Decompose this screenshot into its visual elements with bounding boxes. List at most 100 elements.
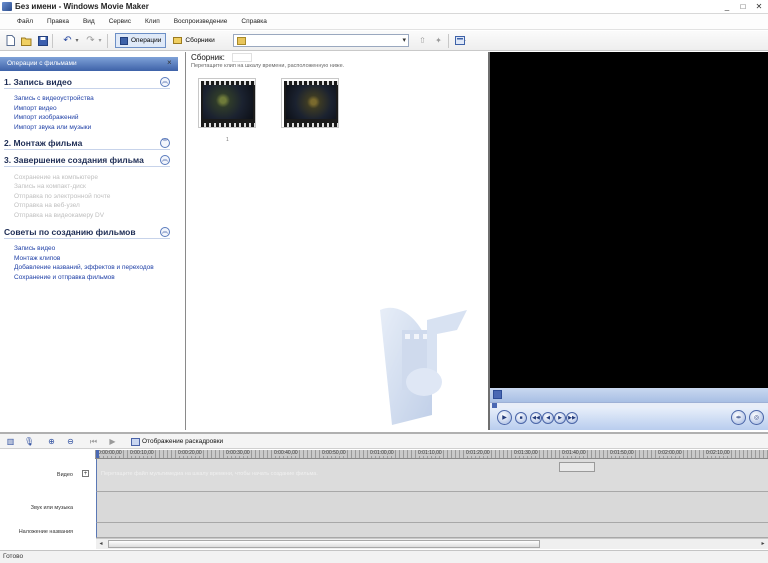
- storyboard-toggle-icon[interactable]: [131, 438, 140, 446]
- take-picture-icon[interactable]: ◎: [749, 410, 764, 425]
- audio-track[interactable]: [96, 492, 768, 523]
- timeline-scrollbar[interactable]: ◂ ▸: [96, 538, 768, 549]
- menu-play[interactable]: Воспроизведение: [167, 18, 235, 25]
- scroll-left-icon[interactable]: ◂: [96, 539, 106, 549]
- clip-thumbnail[interactable]: [281, 78, 339, 128]
- menu-help[interactable]: Справка: [234, 18, 274, 25]
- new-collection-icon[interactable]: ✦: [433, 35, 444, 46]
- task-link-disabled: Запись на компакт-диск: [14, 183, 86, 190]
- ruler-tick: 0:00:00,00: [97, 450, 123, 456]
- undo-dropdown-icon[interactable]: ▾: [74, 35, 80, 46]
- video-track[interactable]: Перетащите файл мультимедиа на шкалу вре…: [96, 459, 768, 492]
- new-project-icon[interactable]: [5, 35, 16, 46]
- stop-icon[interactable]: ■: [515, 412, 527, 424]
- open-project-icon[interactable]: [21, 35, 32, 46]
- task-link[interactable]: Импорт изображений: [14, 114, 78, 121]
- ruler-tick: 0:01:10,00: [417, 450, 443, 456]
- task-link[interactable]: Импорт звука или музыки: [14, 124, 91, 131]
- menu-view[interactable]: Вид: [76, 18, 102, 25]
- section-movie-tips[interactable]: Советы по созданию фильмов ︽: [4, 227, 170, 239]
- tasks-icon: [120, 36, 128, 45]
- scroll-right-icon[interactable]: ▸: [758, 539, 768, 549]
- menu-file[interactable]: Файл: [10, 18, 40, 25]
- section-finish-movie[interactable]: 3. Завершение создания фильма ︽: [4, 155, 170, 167]
- redo-dropdown-icon[interactable]: ▾: [97, 35, 103, 46]
- monitor-icon: [493, 390, 502, 399]
- task-link-disabled: Отправка на видеокамеру DV: [14, 212, 105, 219]
- collections-label: Сборники: [185, 37, 215, 44]
- ruler-tick: 0:02:10,00: [705, 450, 731, 456]
- undo-icon[interactable]: ↶: [62, 35, 73, 46]
- rewind-icon[interactable]: ◀◀: [530, 412, 542, 424]
- play-timeline-icon[interactable]: ▶: [108, 437, 117, 446]
- tasks-button[interactable]: Операции: [115, 33, 167, 48]
- track-label-audio: Звук или музыка: [30, 505, 73, 511]
- section-title: Советы по созданию фильмов: [4, 227, 136, 237]
- section-title: 1. Запись видео: [4, 77, 72, 87]
- chevron-up-icon[interactable]: ︽: [160, 77, 170, 87]
- storyboard-icon[interactable]: ▥: [6, 437, 15, 446]
- chevron-up-icon[interactable]: ︽: [160, 227, 170, 237]
- collection-select[interactable]: ▾: [233, 34, 409, 47]
- show-storyboard-button[interactable]: Отображение раскадровки: [142, 438, 223, 445]
- zoom-in-icon[interactable]: ⊕: [47, 437, 56, 446]
- expand-track-icon[interactable]: +: [82, 470, 89, 477]
- menu-tools[interactable]: Сервис: [102, 18, 138, 25]
- chevron-down-icon[interactable]: ▾: [402, 36, 406, 44]
- chevron-up-icon[interactable]: ︽: [160, 155, 170, 165]
- save-icon[interactable]: [37, 35, 48, 46]
- main-toolbar: ↶ ▾ ↷ ▾ Операции Сборники ▾ ⇧ ✦: [0, 31, 768, 51]
- collections-button[interactable]: Сборники: [169, 33, 218, 48]
- narrate-icon[interactable]: 🎙: [24, 437, 34, 446]
- ruler-tick: 0:02:00,00: [657, 450, 683, 456]
- next-frame-icon[interactable]: ▶: [554, 412, 566, 424]
- status-bar: Готово: [0, 550, 768, 563]
- minimize-icon[interactable]: _: [722, 2, 732, 11]
- clip-caption: 1: [226, 137, 229, 143]
- task-link-disabled: Отправка на веб-узел: [14, 202, 80, 209]
- split-clip-icon[interactable]: ⇹: [731, 410, 746, 425]
- preview-monitor: ▶ ■ ◀◀ ◀ ▶ ▶▶ ⇹ ◎: [488, 52, 768, 430]
- ruler-tick: 0:01:00,00: [369, 450, 395, 456]
- ruler-tick: 0:00:10,00: [129, 450, 155, 456]
- film-frame: [201, 81, 255, 127]
- collection-name-box: [232, 53, 252, 62]
- ruler-tick: 0:01:50,00: [609, 450, 635, 456]
- menu-edit[interactable]: Правка: [40, 18, 76, 25]
- close-icon[interactable]: ✕: [754, 2, 764, 11]
- tip-link[interactable]: Монтаж клипов: [14, 255, 60, 262]
- clip-thumbnail[interactable]: [198, 78, 256, 128]
- section-title: 2. Монтаж фильма: [4, 138, 83, 148]
- chevron-down-icon[interactable]: ︾: [160, 138, 170, 148]
- tip-link[interactable]: Добавление названий, эффектов и переходо…: [14, 264, 154, 271]
- zoom-out-icon[interactable]: ⊖: [66, 437, 75, 446]
- ruler-tick: 0:00:20,00: [177, 450, 203, 456]
- views-icon[interactable]: [455, 35, 466, 46]
- playhead[interactable]: [96, 450, 99, 458]
- time-ruler[interactable]: 0:00:00,00 0:00:10,00 0:00:20,00 0:00:30…: [95, 450, 768, 459]
- window-title: Без имени - Windows Movie Maker: [15, 2, 149, 11]
- previous-frame-icon[interactable]: ◀: [542, 412, 554, 424]
- title-overlay-track[interactable]: [96, 523, 768, 538]
- section-capture-video[interactable]: 1. Запись видео ︽: [4, 77, 170, 89]
- fast-forward-icon[interactable]: ▶▶: [566, 412, 578, 424]
- preview-status-bar: [490, 388, 768, 402]
- play-icon[interactable]: ▶: [497, 410, 512, 425]
- redo-icon[interactable]: ↷: [85, 35, 96, 46]
- up-folder-icon[interactable]: ⇧: [417, 35, 428, 46]
- movie-maker-icon: [2, 2, 12, 11]
- scrollbar-thumb[interactable]: [108, 540, 540, 548]
- track-labels: Видео + Звук или музыка Наложение назван…: [0, 450, 95, 550]
- tasks-label: Операции: [131, 37, 162, 44]
- menu-clip[interactable]: Клип: [138, 18, 167, 25]
- ruler-tick: 0:00:50,00: [321, 450, 347, 456]
- menu-bar: Файл Правка Вид Сервис Клип Воспроизведе…: [0, 14, 768, 30]
- tip-link[interactable]: Запись видео: [14, 245, 55, 252]
- maximize-icon[interactable]: □: [738, 2, 748, 11]
- section-edit-movie[interactable]: 2. Монтаж фильма ︾: [4, 138, 170, 150]
- task-link[interactable]: Импорт видео: [14, 105, 57, 112]
- close-icon[interactable]: ×: [167, 58, 172, 67]
- rewind-timeline-icon[interactable]: ⏮: [89, 437, 98, 446]
- task-link[interactable]: Запись с видеоустройства: [14, 95, 94, 102]
- tip-link[interactable]: Сохранение и отправка фильмов: [14, 274, 115, 281]
